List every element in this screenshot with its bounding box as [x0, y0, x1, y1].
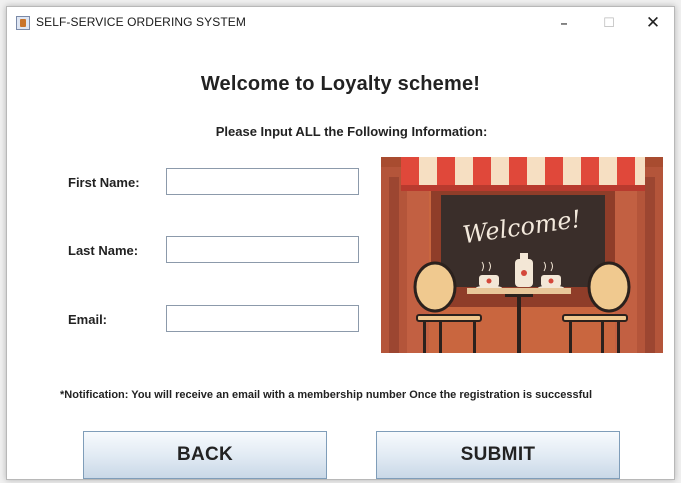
last-name-label: Last Name:: [68, 243, 139, 258]
first-name-field[interactable]: [166, 168, 359, 195]
submit-button[interactable]: SUBMIT: [376, 431, 620, 479]
maximize-button[interactable]: ☐: [587, 7, 631, 39]
back-button[interactable]: BACK: [83, 431, 327, 479]
form-instructions: Please Input ALL the Following Informati…: [215, 124, 488, 139]
first-name-label: First Name:: [68, 175, 140, 190]
last-name-field[interactable]: [166, 236, 359, 263]
email-label: Email:: [68, 312, 108, 327]
java-app-icon: [16, 16, 30, 30]
page-title: Welcome to Loyalty scheme!: [200, 73, 481, 95]
minimize-button[interactable]: –: [542, 7, 586, 39]
window-title: SELF-SERVICE ORDERING SYSTEM: [36, 15, 246, 29]
registration-notification: *Notification: You will receive an email…: [60, 389, 593, 401]
cafe-welcome-illustration: Welcome!: [381, 157, 663, 353]
title-bar[interactable]: SELF-SERVICE ORDERING SYSTEM – ☐ ✕: [7, 7, 674, 39]
email-field[interactable]: [166, 305, 359, 332]
close-button[interactable]: ✕: [631, 7, 674, 39]
